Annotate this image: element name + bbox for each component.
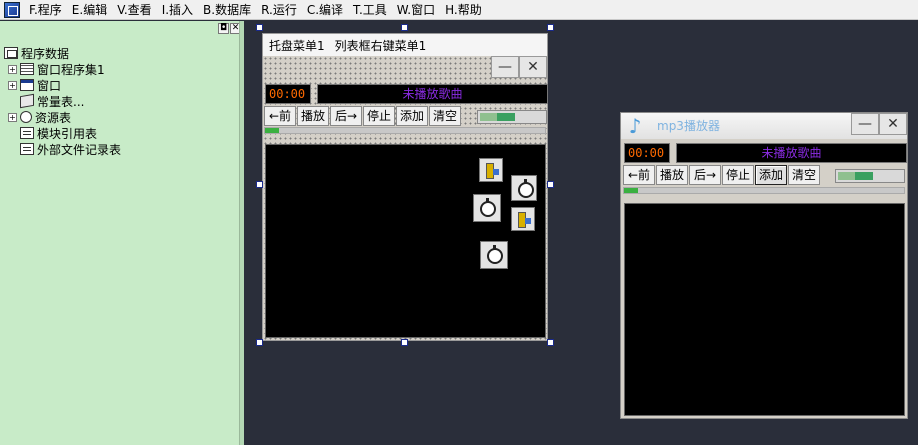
volume-thumb[interactable] [855, 172, 873, 180]
module-reference-icon [20, 127, 34, 139]
menu-compile[interactable]: C.编译 [302, 0, 348, 20]
timer-icon[interactable] [480, 241, 508, 269]
tree-root-label: 程序数据 [21, 46, 70, 61]
clear-button[interactable]: 清空 [429, 106, 461, 126]
minimize-icon[interactable]: — [491, 56, 519, 78]
prev-button[interactable]: ←前 [623, 165, 655, 185]
time-display[interactable]: 00:00 [624, 143, 670, 163]
tree-item-external-files[interactable]: 外部文件记录表 [4, 141, 121, 157]
tree-item-module-refs[interactable]: 模块引用表 [4, 125, 121, 141]
menu-view[interactable]: V.查看 [112, 0, 156, 20]
menu-bar: F.程序 E.编辑 V.查看 I.插入 B.数据库 R.运行 C.编译 T.工具… [0, 0, 918, 20]
progress-fill [265, 128, 279, 133]
close-icon[interactable]: ✕ [519, 56, 547, 78]
visualizer-screen[interactable] [624, 203, 905, 416]
song-title-display[interactable]: 未播放歌曲 [676, 143, 907, 163]
volume-slider[interactable] [835, 169, 905, 183]
tree-item-resources[interactable]: + 资源表 [4, 109, 121, 125]
tree-item-label: 模块引用表 [37, 126, 98, 141]
tree-item-label: 窗口程序集1 [37, 62, 105, 77]
component-icon[interactable] [479, 158, 503, 182]
tree-item-constants[interactable]: 常量表... [4, 93, 121, 109]
pin-icon[interactable]: ◘ [218, 23, 229, 34]
timer-icon[interactable] [473, 194, 501, 222]
media-component-icon[interactable] [511, 207, 535, 231]
next-button[interactable]: 后→ [330, 106, 362, 126]
resize-handle[interactable] [256, 339, 263, 346]
tree-item-label: 外部文件记录表 [37, 142, 122, 157]
expand-icon[interactable]: + [8, 80, 17, 90]
tree-item-label: 资源表 [35, 110, 72, 125]
program-data-panel: ◘ ✕ 程序数据 + 窗口程序集1 + 窗口 常量表... + 资源表 模块引用… [0, 21, 244, 445]
app-icon[interactable] [4, 1, 20, 18]
control-buttons: ←前 播放 后→ 停止 添加 清空 [623, 165, 820, 185]
menu-edit[interactable]: E.编辑 [67, 0, 112, 20]
song-title-display[interactable]: 未播放歌曲 [317, 84, 548, 104]
program-data-icon [4, 47, 18, 59]
add-button[interactable]: 添加 [755, 165, 787, 185]
resize-handle[interactable] [256, 24, 263, 31]
external-file-icon [20, 143, 34, 155]
tree-item-label: 常量表... [37, 94, 85, 109]
volume-thumb[interactable] [497, 113, 515, 121]
listbox-context-menu[interactable]: 列表框右键菜单1 [335, 37, 427, 54]
resize-handle[interactable] [547, 181, 554, 188]
menu-tools[interactable]: T.工具 [348, 0, 392, 20]
expand-icon[interactable]: + [8, 64, 17, 74]
tree-root[interactable]: 程序数据 [4, 45, 121, 61]
resize-handle[interactable] [256, 181, 263, 188]
add-button[interactable]: 添加 [396, 106, 428, 126]
volume-slider[interactable] [477, 110, 547, 124]
resource-icon [20, 111, 32, 123]
clear-button[interactable]: 清空 [788, 165, 820, 185]
form-designer[interactable]: 托盘菜单1 列表框右键菜单1 — ✕ 00:00 未播放歌曲 ←前 播放 后→ … [262, 33, 548, 341]
resize-handle[interactable] [401, 339, 408, 346]
assembly-icon [20, 63, 34, 75]
menu-database[interactable]: B.数据库 [198, 0, 256, 20]
menu-insert[interactable]: I.插入 [157, 0, 198, 20]
tree-item-window-assembly[interactable]: + 窗口程序集1 [4, 61, 121, 77]
mp3-player-window[interactable]: ♪ mp3播放器 — ✕ 00:00 未播放歌曲 ←前 播放 后→ 停止 添加 … [620, 112, 908, 419]
music-note-icon: ♪ [628, 114, 642, 138]
progress-fill [624, 188, 638, 193]
menu-program[interactable]: F.程序 [24, 0, 67, 20]
menu-help[interactable]: H.帮助 [440, 0, 487, 20]
menu-run[interactable]: R.运行 [256, 0, 302, 20]
minimize-icon[interactable]: — [851, 113, 879, 135]
prev-button[interactable]: ←前 [264, 106, 296, 126]
play-button[interactable]: 播放 [297, 106, 329, 126]
designer-title-controls: — ✕ [491, 56, 547, 78]
progress-bar[interactable] [264, 127, 546, 134]
time-display[interactable]: 00:00 [265, 84, 311, 104]
panel-splitter[interactable] [239, 21, 244, 445]
tray-menu[interactable]: 托盘菜单1 [269, 37, 325, 54]
progress-bar[interactable] [623, 187, 905, 194]
play-button[interactable]: 播放 [656, 165, 688, 185]
resize-handle[interactable] [547, 339, 554, 346]
window-icon [20, 79, 34, 91]
menu-window[interactable]: W.窗口 [392, 0, 440, 20]
control-buttons: ←前 播放 后→ 停止 添加 清空 [264, 106, 461, 126]
expand-icon[interactable]: + [8, 112, 17, 122]
stop-button[interactable]: 停止 [363, 106, 395, 126]
close-icon[interactable]: ✕ [879, 113, 907, 135]
next-button[interactable]: 后→ [689, 165, 721, 185]
program-tree: 程序数据 + 窗口程序集1 + 窗口 常量表... + 资源表 模块引用表 外部… [4, 45, 121, 157]
panel-controls: ◘ ✕ [218, 23, 241, 34]
constant-table-icon [20, 93, 34, 109]
designer-menu-strip: 托盘菜单1 列表框右键菜单1 [263, 34, 547, 56]
window-controls: — ✕ [851, 113, 907, 135]
stop-button[interactable]: 停止 [722, 165, 754, 185]
resize-handle[interactable] [547, 24, 554, 31]
window-title: mp3播放器 [657, 119, 720, 133]
resize-handle[interactable] [401, 24, 408, 31]
tree-item-label: 窗口 [37, 78, 62, 93]
title-bar[interactable]: ♪ mp3播放器 — ✕ [621, 113, 907, 139]
tree-item-window[interactable]: + 窗口 [4, 77, 121, 93]
timer-icon[interactable] [511, 175, 537, 201]
